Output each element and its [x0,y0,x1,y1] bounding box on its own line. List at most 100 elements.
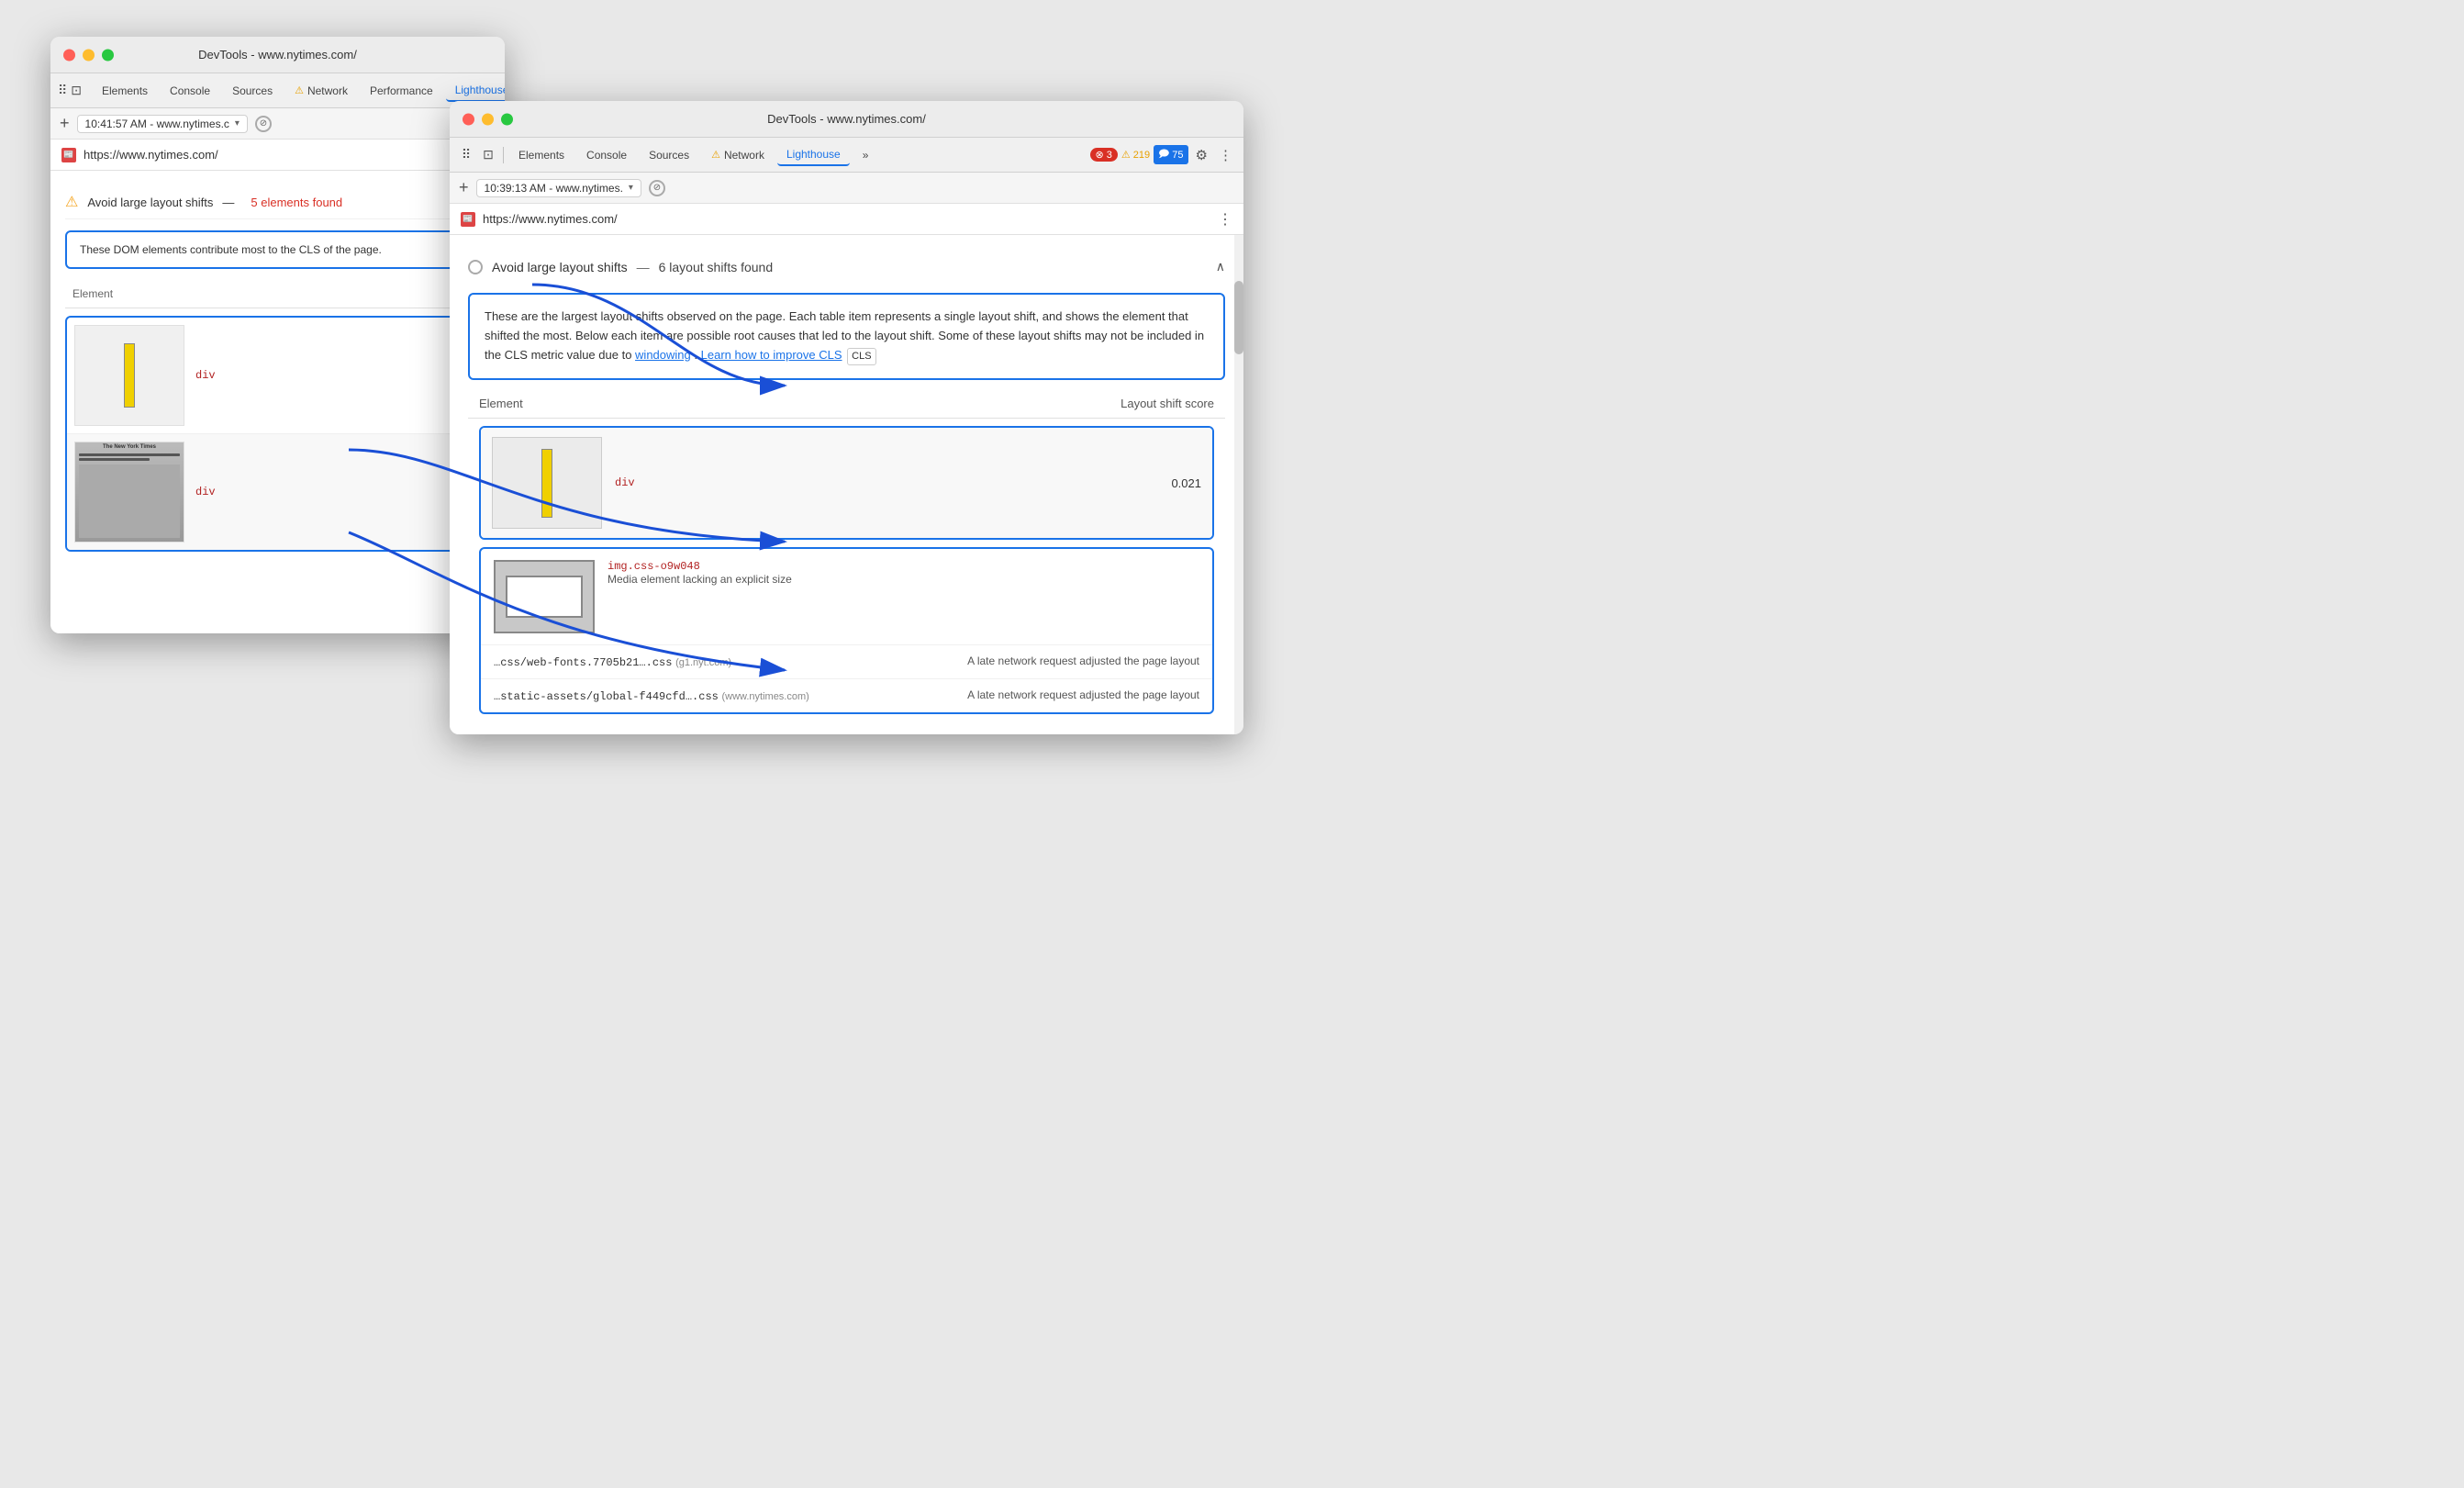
error-badge-2: ⊗ 3 [1090,148,1118,162]
tab-sources-2[interactable]: Sources [640,145,698,165]
file-row-1-2: …css/web-fonts.7705b21….css (g1.nyt.com)… [481,645,1212,679]
tab-lighthouse-1[interactable]: Lighthouse [446,80,505,102]
network-warn-icon-1: ⚠ [295,84,304,96]
sub-thumb-img-2 [494,560,595,633]
warn-badge-2: ⚠ 219 [1121,149,1150,161]
stop-icon-1[interactable]: ⊘ [255,116,272,132]
url-bar-1: 📰 https://www.nytimes.com/ [50,140,505,171]
minimize-button-2[interactable] [482,113,494,125]
window-title-2: DevTools - www.nytimes.com/ [767,112,926,126]
stop-icon-2[interactable]: ⊘ [649,180,665,196]
main-tag-2: div [615,476,635,489]
favicon-1: 📰 [61,148,76,162]
nyt-content-thumb [79,453,180,538]
tab-network-2[interactable]: ⚠ Network [702,145,774,165]
audit-found-2: 6 layout shifts found [659,260,774,274]
main-thumb-2 [492,437,602,529]
audit-warning-row-2: Avoid large layout shifts — 6 layout shi… [468,250,1225,284]
audit-found-1: 5 elements found [251,196,342,209]
tab-network-1[interactable]: ⚠ Network [285,81,357,101]
scrollbar-thumb-2[interactable] [1234,281,1243,354]
main-element-box-2: div 0.021 [479,426,1214,540]
audit-warning-row-1: ⚠ Avoid large layout shifts — 5 elements… [65,185,490,219]
tab-elements-1[interactable]: Elements [93,81,157,101]
sub-box-2: img.css-o9w048 Media element lacking an … [479,547,1214,714]
desc-text-2a: These are the largest layout shifts obse… [485,309,1204,362]
audit-title-2: Avoid large layout shifts [492,260,628,274]
devtools-window-2: DevTools - www.nytimes.com/ ⠿ ⊡ Elements… [450,101,1243,734]
nyt-logo-thumb: The New York Times [103,444,156,450]
tab-console-1[interactable]: Console [161,81,219,101]
tab-console-2[interactable]: Console [577,145,636,165]
url-dots-2[interactable]: ⋮ [1218,210,1232,229]
info-badge-2: 🗩 75 [1154,145,1187,164]
network-warn-icon-2: ⚠ [711,149,720,161]
file-domain-1-2: (g1.nyt.com) [675,657,731,668]
info-icon-2: 🗩 [1158,146,1169,163]
element-box-1: div The New York Times [65,316,490,552]
audit-title-1: Avoid large layout shifts [87,196,213,209]
maximize-button-1[interactable] [102,49,114,61]
sub-info-img-2: img.css-o9w048 Media element lacking an … [608,560,1199,586]
element-row-1a: div [67,318,488,433]
close-button-1[interactable] [63,49,75,61]
element-tag-1b: div [195,486,216,498]
audit-dash-1: — [222,196,234,209]
thumb-1a [74,325,184,426]
title-bar-1: DevTools - www.nytimes.com/ [50,37,505,73]
dropdown-icon-2: ▾ [629,183,633,193]
table-header-1: Element [65,280,490,308]
element-row-1b: The New York Times div [67,433,488,550]
inspector-icon-1[interactable]: ⠿ [58,82,67,100]
address-time-text-2: 10:39:13 AM - www.nytimes. [485,182,623,195]
maximize-button-2[interactable] [501,113,513,125]
responsive-icon-2[interactable]: ⊡ [479,146,497,164]
info-count-2: 75 [1172,150,1183,161]
gear-icon-2[interactable]: ⚙ [1192,145,1211,165]
tab-elements-2[interactable]: Elements [509,145,574,165]
sub-hint-img-2: Media element lacking an explicit size [608,573,1199,586]
title-bar-2: DevTools - www.nytimes.com/ [450,101,1243,138]
tab-chevron-2[interactable]: » [853,145,878,165]
scrollbar-track-2[interactable] [1234,235,1243,734]
address-time-1[interactable]: 10:41:57 AM - www.nytimes.c ▾ [77,115,248,133]
toolbar-separator-2 [503,147,504,163]
url-bar-2: 📰 https://www.nytimes.com/ ⋮ [450,204,1243,235]
address-time-text-1: 10:41:57 AM - www.nytimes.c [85,117,229,130]
col-element-header-2: Element [479,397,1049,410]
audit-section-2: Avoid large layout shifts — 6 layout shi… [450,235,1243,734]
tab-sources-1[interactable]: Sources [223,81,282,101]
main-element-row-2: div 0.021 [481,428,1212,538]
audit-dash-2: — [637,260,650,274]
close-button-2[interactable] [463,113,474,125]
content-1: ⚠ Avoid large layout shifts — 5 elements… [50,171,505,633]
devtools-window-1: DevTools - www.nytimes.com/ ⠿ ⊡ Elements… [50,37,505,633]
inspector-icon-2[interactable]: ⠿ [457,146,475,164]
new-tab-icon-1[interactable]: + [60,114,70,133]
col-score-header-2: Layout shift score [1049,397,1214,410]
error-count-2: 3 [1107,150,1112,161]
yellow-bar-2 [541,449,552,518]
new-tab-icon-2[interactable]: + [459,178,469,197]
desc-period: . [694,348,697,362]
toolbar-2: ⠿ ⊡ Elements Console Sources ⚠ Network L… [450,138,1243,173]
tab-lighthouse-2[interactable]: Lighthouse [777,144,850,166]
tab-performance-1[interactable]: Performance [361,81,442,101]
tab-network-label-1: Network [307,84,348,97]
warn-count-2: 219 [1133,150,1150,161]
dots-icon-2[interactable]: ⋮ [1215,145,1236,165]
file-desc-1-2: A late network request adjusted the page… [853,654,1200,667]
circle-icon-2 [468,260,483,274]
warn-icon-2: ⚠ [1121,149,1131,161]
address-time-2[interactable]: 10:39:13 AM - www.nytimes. ▾ [476,179,641,197]
col-element-header-1: Element [65,287,490,300]
file-info-2-2: …static-assets/global-f449cfd….css (www.… [494,688,841,703]
minimize-button-1[interactable] [83,49,95,61]
learn-link[interactable]: Learn how to improve CLS [701,348,842,362]
url-text-1: https://www.nytimes.com/ [84,148,494,162]
element-tag-1a: div [195,369,216,382]
responsive-icon-1[interactable]: ⊡ [71,82,82,100]
windowing-link[interactable]: windowing [635,348,691,362]
collapse-button-2[interactable]: ∧ [1216,259,1225,274]
audit-section-1: ⚠ Avoid large layout shifts — 5 elements… [50,171,505,574]
